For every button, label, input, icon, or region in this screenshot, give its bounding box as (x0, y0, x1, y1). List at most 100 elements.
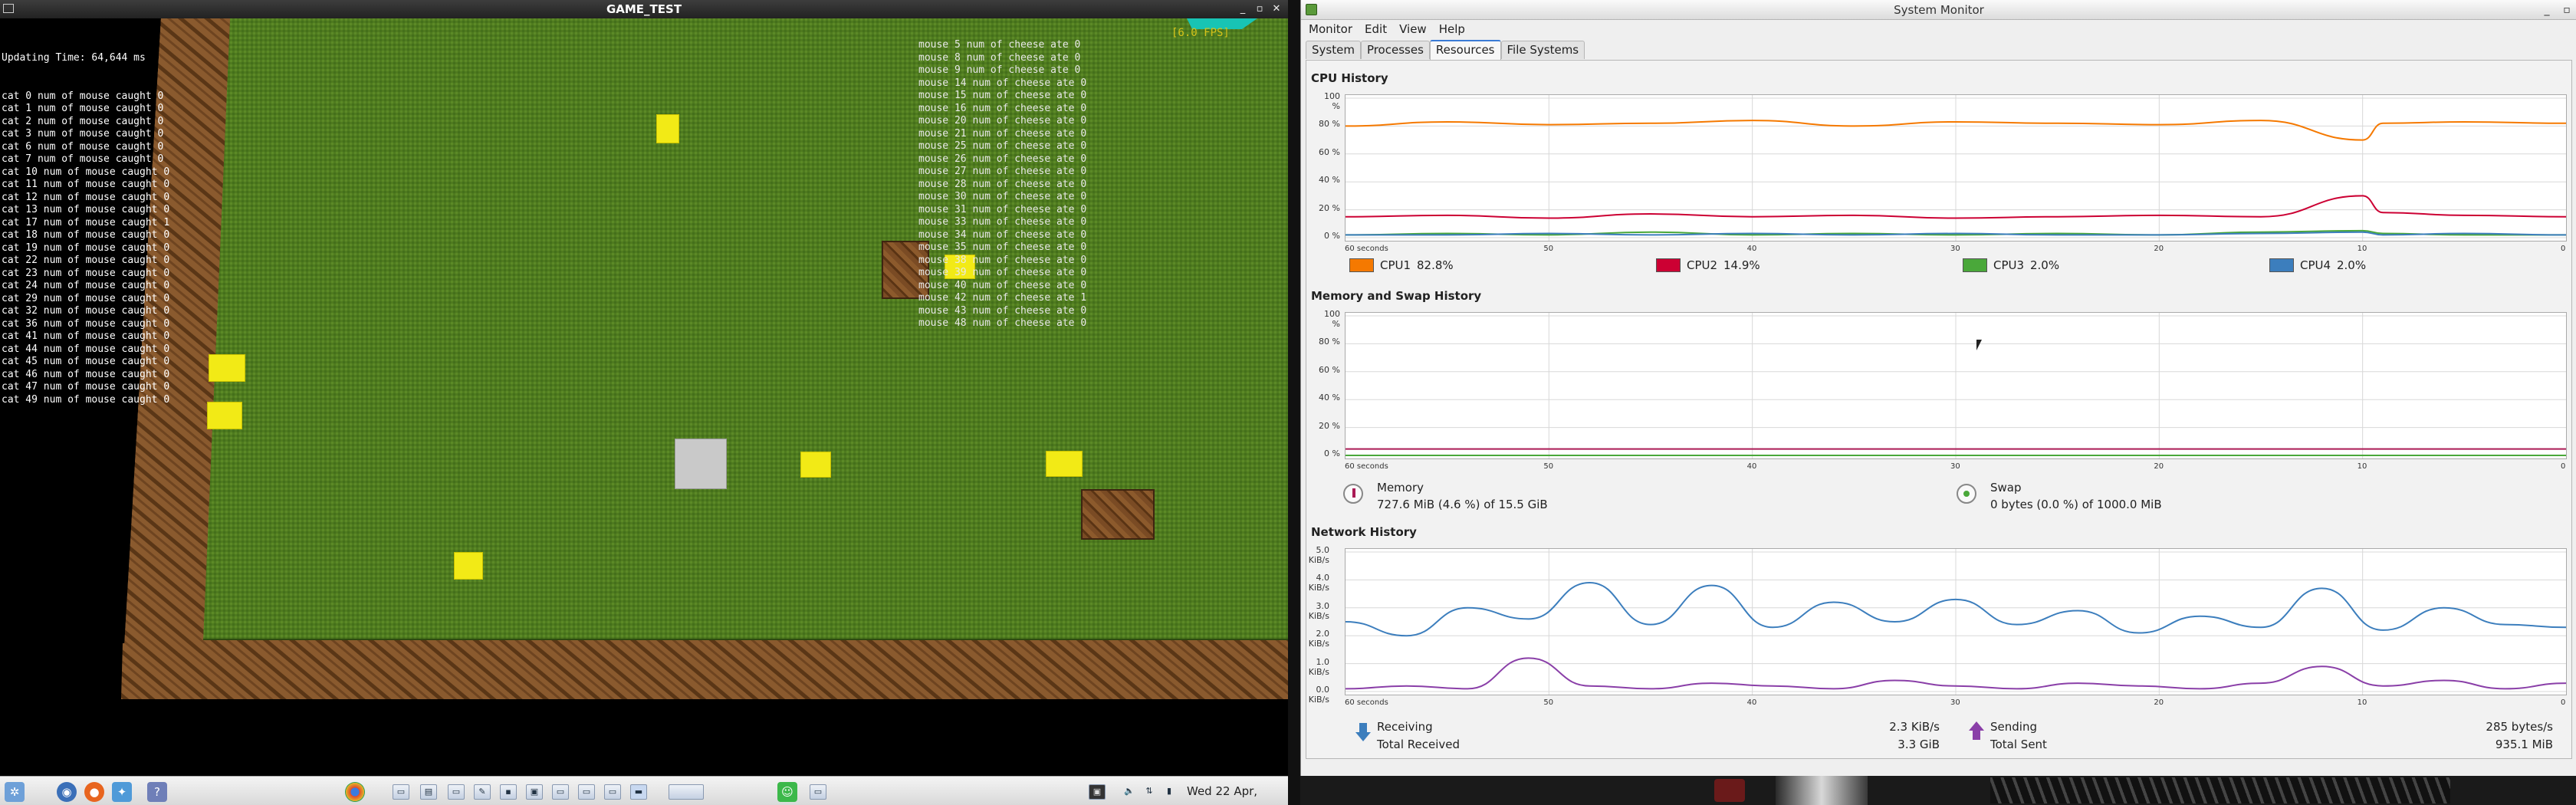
task-window-icon[interactable]: ▬ (630, 784, 647, 800)
mouse-stat-row: mouse 35 num of cheese ate 0 (918, 242, 1087, 253)
menu-view[interactable]: View (1393, 20, 1433, 38)
sending-label: Sending (1990, 720, 2037, 734)
system-monitor-window: System Monitor _ ▫ Monitor Edit View Help S… (1300, 0, 2576, 776)
left-monitor: GAME_TEST _ ▫ ✕ Updating Time: 64,644 ms… (0, 0, 1288, 805)
runner-icon[interactable]: ☺ (777, 782, 797, 802)
cat-stat-row: cat 24 num of mouse caught 0 (2, 280, 170, 291)
menu-help[interactable]: Help (1433, 20, 1471, 38)
network-graph (1345, 548, 2567, 695)
memory-x-tick: 60 seconds (1345, 462, 1388, 471)
monitor-icon[interactable]: ▣ (1089, 784, 1106, 800)
network-x-tick: 20 (2154, 698, 2164, 707)
memory-y-tick: 80 % (1319, 337, 1340, 347)
task-folder-icon[interactable]: ▭ (393, 784, 409, 800)
menu-edit[interactable]: Edit (1359, 20, 1393, 38)
cpu-color-swatch[interactable] (2269, 258, 2294, 272)
tab-processes[interactable]: Processes (1360, 41, 1430, 59)
tab-file-systems[interactable]: File Systems (1500, 41, 1585, 59)
cpu-legend-name: CPU4 (2300, 258, 2331, 272)
grey-block (675, 439, 727, 489)
task-edit-icon[interactable]: ✎ (474, 784, 491, 800)
cpu-color-swatch[interactable] (1963, 258, 1987, 272)
help-icon[interactable]: ? (147, 782, 167, 802)
task-terminal-icon[interactable]: ▪ (500, 784, 517, 800)
minimize-icon[interactable]: _ (1234, 1, 1251, 18)
task-folder-icon[interactable]: ▭ (810, 784, 826, 800)
mouse-pointer (1976, 340, 1985, 350)
task-folder-icon[interactable]: ▭ (604, 784, 621, 800)
network-y-tick: 0.0 KiB/s (1308, 685, 1329, 705)
mouse-stat-row: mouse 20 num of cheese ate 0 (918, 115, 1087, 127)
mouse-stat-row: mouse 8 num of cheese ate 0 (918, 51, 1081, 64)
cheese (656, 114, 679, 143)
battery-icon[interactable]: ▮ (1161, 784, 1178, 800)
mouse-stats: mouse 5 num of cheese ate 0 mouse 8 num o… (918, 39, 1086, 330)
mouse-stat-row: mouse 26 num of cheese ate 0 (918, 153, 1087, 165)
cpu-x-tick: 0 (2561, 245, 2566, 253)
app-icon[interactable]: ✦ (112, 782, 132, 802)
maximize-icon[interactable]: ▫ (2558, 0, 2575, 20)
menu-monitor[interactable]: Monitor (1301, 20, 1359, 38)
total-sent-label: Total Sent (1990, 738, 2047, 751)
wood-border-bottom (121, 643, 1288, 699)
cat-stat-row: cat 32 num of mouse caught 0 (2, 305, 170, 317)
volume-icon[interactable]: 🔈 (1121, 784, 1138, 800)
cpu-x-tick: 60 seconds (1345, 245, 1388, 253)
cheese (800, 452, 831, 478)
task-terminal-icon[interactable]: ▤ (420, 784, 437, 800)
memory-y-tick: 60 % (1319, 364, 1340, 375)
cat-stat-row: cat 29 num of mouse caught 0 (2, 292, 170, 304)
cat-stat-row: cat 18 num of mouse caught 0 (2, 229, 170, 241)
mouse-stat-row: mouse 33 num of cheese ate 0 (918, 216, 1087, 228)
window-menu-icon[interactable] (3, 4, 14, 13)
sending-arrow-icon (1969, 721, 1984, 741)
cpu-y-tick: 20 % (1319, 202, 1340, 213)
total-sent-value: 935.1 MiB (2495, 738, 2553, 751)
close-icon[interactable]: ✕ (1268, 1, 1285, 18)
game-canvas[interactable]: Updating Time: 64,644 ms cat 0 num of mo… (0, 18, 1288, 776)
tab-system[interactable]: System (1306, 41, 1361, 59)
memory-y-tick: 100 % (1324, 309, 1340, 329)
mouse-stat-row: mouse 48 num of cheese ate 0 (918, 317, 1087, 329)
task-app-icon[interactable]: ▣ (526, 784, 543, 800)
task-folder-icon[interactable]: ▭ (578, 784, 595, 800)
mouse-stat-row: mouse 34 num of cheese ate 0 (918, 228, 1087, 241)
task-folder-icon[interactable]: ▭ (552, 784, 569, 800)
task-files-icon[interactable]: ▭ (448, 784, 465, 800)
clock[interactable]: Wed 22 Apr, 16:40 (1187, 777, 1288, 805)
mouse-stat-row: mouse 31 num of cheese ate 0 (918, 203, 1087, 215)
mouse-stat-row: mouse 43 num of cheese ate 0 (918, 304, 1087, 317)
cat-stat-row: cat 46 num of mouse caught 0 (2, 368, 170, 380)
cat-stat-row: cat 22 num of mouse caught 0 (2, 255, 170, 266)
fps-counter: [6.0 FPS] (1171, 27, 1230, 39)
cat-stat-row: cat 23 num of mouse caught 0 (2, 267, 170, 279)
sm-titlebar[interactable]: System Monitor _ ▫ (1301, 0, 2576, 20)
game-titlebar[interactable]: GAME_TEST _ ▫ ✕ (0, 0, 1288, 18)
cpu-legend-name: CPU1 (1380, 258, 1411, 272)
network-icon[interactable]: ⇅ (1141, 784, 1158, 800)
cpu-legend-name: CPU2 (1687, 258, 1718, 272)
system-monitor-icon[interactable] (1306, 4, 1317, 15)
cheese (207, 402, 242, 429)
tab-resources[interactable]: Resources (1429, 40, 1501, 60)
chrome-icon[interactable] (345, 782, 365, 802)
minimize-icon[interactable]: _ (2538, 0, 2555, 20)
start-menu-icon[interactable]: ✲ (5, 782, 25, 802)
memory-y-tick: 0 % (1324, 449, 1340, 458)
memory-graph (1345, 312, 2567, 459)
cpu-legend-value: 82.8% (1417, 258, 1454, 272)
memory-gauge-icon (1343, 484, 1363, 504)
cat-stat-row: cat 47 num of mouse caught 0 (2, 381, 170, 393)
workspace-switcher[interactable] (669, 784, 704, 800)
mouse-stat-row: mouse 30 num of cheese ate 0 (918, 191, 1087, 202)
mouse-stat-row: mouse 9 num of cheese ate 0 (918, 64, 1081, 76)
firefox-icon[interactable]: ● (84, 782, 104, 802)
cpu-color-swatch[interactable] (1656, 258, 1681, 272)
cheese (1046, 451, 1083, 477)
cpu-color-swatch[interactable] (1349, 258, 1374, 272)
cat-stats: Updating Time: 64,644 ms cat 0 num of mo… (2, 27, 169, 432)
window-title: GAME_TEST (606, 2, 682, 16)
launcher-icon[interactable]: ◉ (57, 782, 77, 802)
maximize-icon[interactable]: ▫ (1251, 1, 1268, 18)
grass-field (203, 18, 1288, 639)
